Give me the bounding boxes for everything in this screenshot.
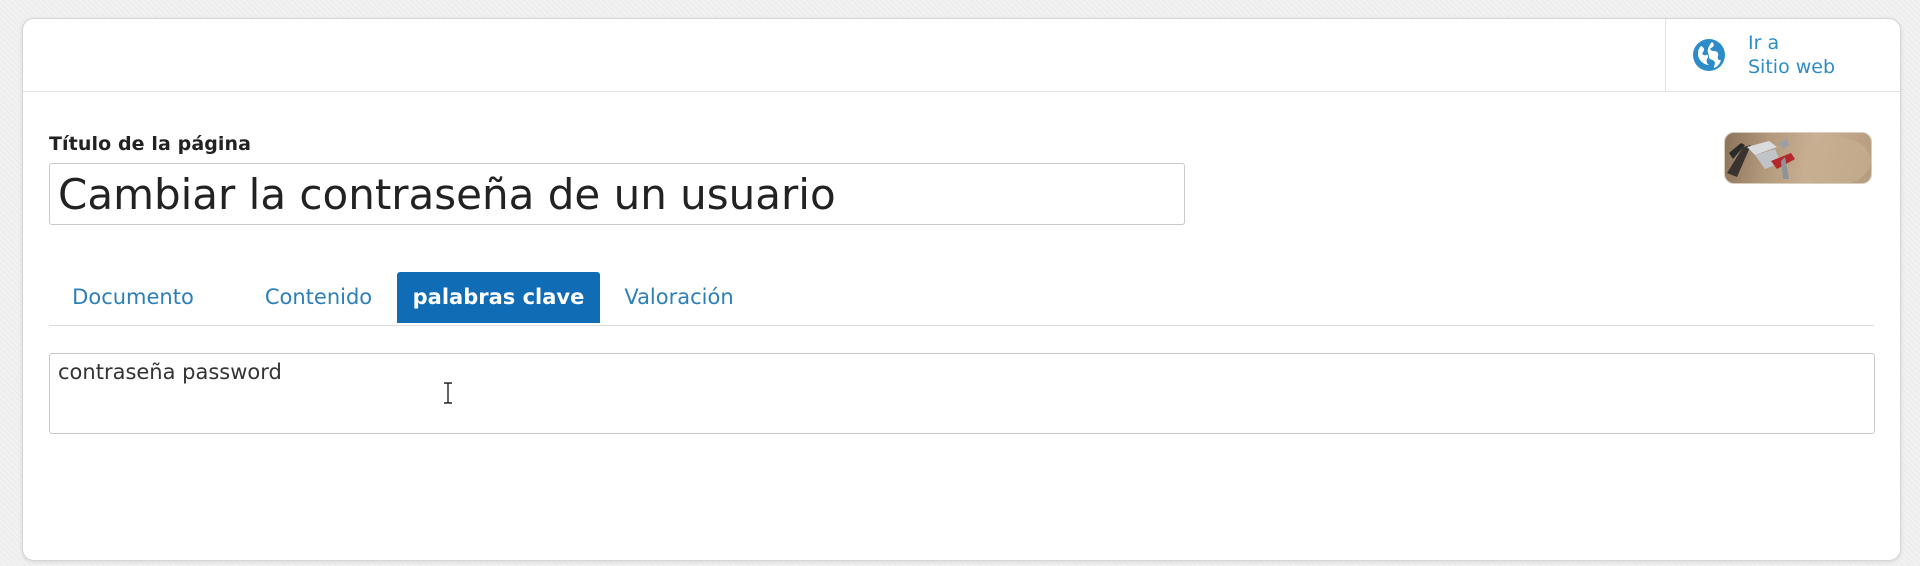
editor-panel: Ir a Sitio web Título de la página Docum… <box>22 18 1901 561</box>
page-thumbnail-image[interactable] <box>1724 132 1872 184</box>
tab-palabras-clave[interactable]: palabras clave <box>397 272 600 323</box>
globe-icon <box>1693 39 1725 71</box>
goto-website-label[interactable]: Ir a Sitio web <box>1748 31 1835 79</box>
goto-website-button[interactable]: Ir a Sitio web <box>1665 19 1900 91</box>
top-bar: Ir a Sitio web <box>23 19 1900 92</box>
goto-line1: Ir a <box>1748 32 1780 54</box>
keywords-textarea[interactable]: contraseña password <box>49 353 1875 434</box>
tools-image <box>1727 137 1871 183</box>
tab-valoracion[interactable]: Valoración <box>600 272 758 323</box>
goto-line2: Sitio web <box>1748 56 1836 78</box>
page-title-input[interactable] <box>49 163 1185 225</box>
tab-contenido[interactable]: Contenido <box>217 272 420 323</box>
page-title-label: Título de la página <box>49 133 252 155</box>
tab-documento[interactable]: Documento <box>49 272 217 323</box>
tab-bar: Documento Contenido palabras clave Valor… <box>49 272 1874 326</box>
